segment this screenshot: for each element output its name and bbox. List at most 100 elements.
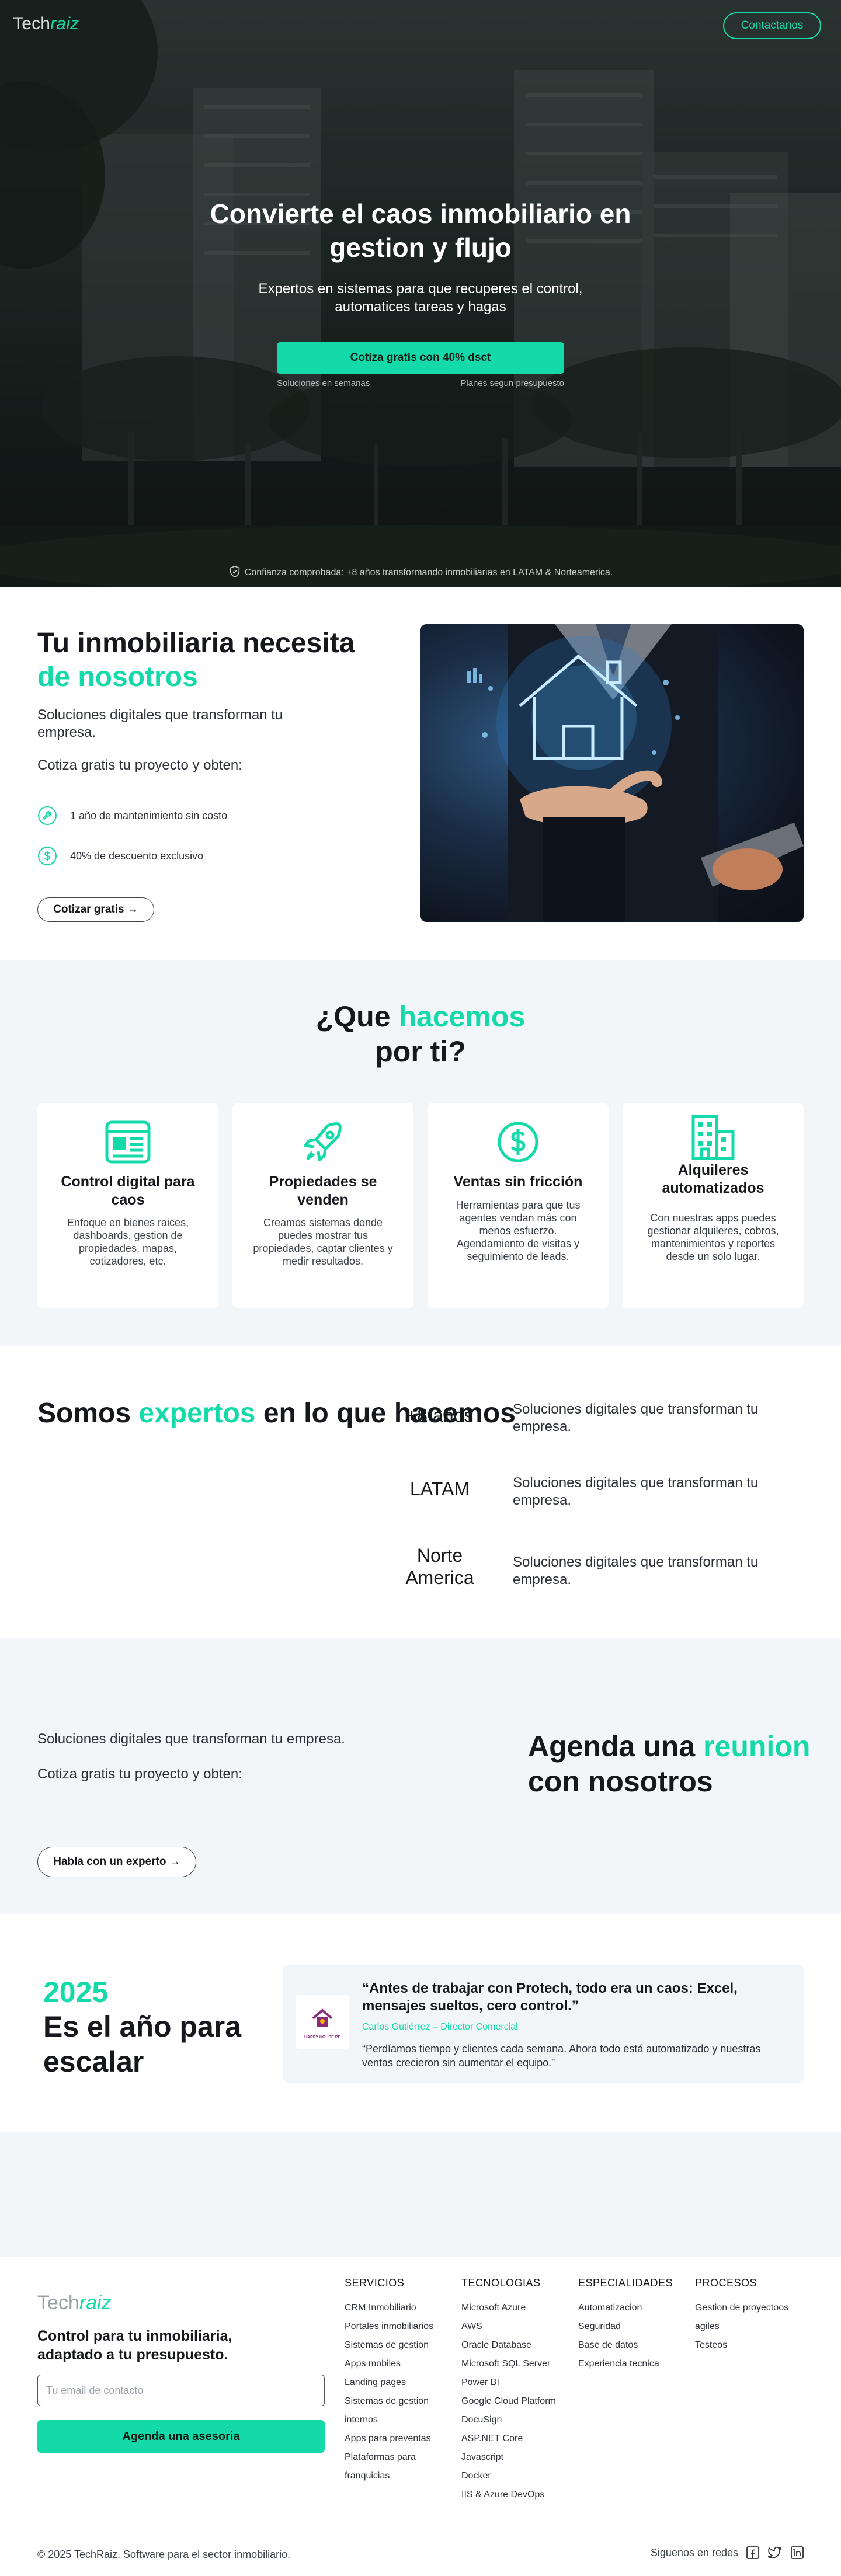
footer-logo[interactable]: Techraiz xyxy=(37,2292,112,2314)
logo-accent: raiz xyxy=(50,14,79,33)
footer-link[interactable]: Apps para preventas xyxy=(345,2429,433,2448)
footer-link[interactable]: Gestion de proyectoos xyxy=(695,2299,788,2317)
footer-column-title: TECNOLOGIAS xyxy=(461,2277,541,2289)
social-label: Siguenos en redes xyxy=(650,2546,738,2558)
benefit-item: 40% de descuento exclusivo xyxy=(37,846,203,866)
footer-link[interactable]: Docker xyxy=(461,2467,556,2486)
benefit-text: 40% de descuento exclusivo xyxy=(70,850,204,862)
linkedin-icon[interactable] xyxy=(790,2545,805,2560)
talk-expert-button[interactable]: Habla con un experto → xyxy=(37,1847,196,1877)
footer-link[interactable]: Apps mobiles xyxy=(345,2355,433,2373)
footer-link[interactable]: Microsoft Azure xyxy=(461,2299,556,2317)
footer-link[interactable]: Automatizacion xyxy=(578,2299,673,2317)
footer-logo-main: Tech xyxy=(37,2292,79,2314)
footer-link[interactable]: Google Cloud Platform xyxy=(461,2392,556,2411)
quote-free-button[interactable]: Cotizar gratis → xyxy=(37,897,154,922)
stat-key: Norte America xyxy=(405,1545,474,1588)
experts-title-main: Somos xyxy=(37,1398,131,1429)
footer-link[interactable]: Base de datos xyxy=(578,2336,673,2355)
contact-button[interactable]: Contactanos xyxy=(723,12,821,39)
service-card-body: Herramientas para que tus agentes vendan… xyxy=(456,1199,581,1262)
benefit-item: 1 año de mantenimiento sin costo xyxy=(37,806,228,826)
service-card-title: Alquileres automatizados xyxy=(662,1162,764,1196)
testimonial-author: Carlos Gutiérrez – Director Comercial xyxy=(362,2022,518,2032)
service-card-title: Ventas sin fricción xyxy=(453,1174,583,1190)
footer-link[interactable]: Power BI xyxy=(461,2373,556,2392)
footer-link[interactable]: Landing pages xyxy=(345,2373,433,2392)
footer-column-processes: PROCESOS Gestion de proyectoos agiles Te… xyxy=(695,2277,788,2355)
copyright-text: © 2025 TechRaiz. Software para el sector… xyxy=(37,2549,291,2560)
footer-link[interactable]: Plataformas para xyxy=(345,2448,433,2467)
email-field[interactable] xyxy=(37,2375,325,2406)
intro-quote-prompt: Cotiza gratis tu proyecto y obten: xyxy=(37,757,242,773)
footer-link[interactable]: ASP.NET Core xyxy=(461,2429,556,2448)
footer-link[interactable]: Javascript xyxy=(461,2448,556,2467)
footer-link[interactable]: Portales inmobiliarios xyxy=(345,2317,433,2336)
footer-link[interactable]: IIS & Azure DevOps xyxy=(461,2486,556,2504)
stat-key: +8 años xyxy=(406,1405,474,1426)
building-icon xyxy=(691,1115,735,1160)
footer-link[interactable]: Sistemas de gestion xyxy=(345,2336,433,2355)
intro-title: Tu inmobiliaria necesita de nosotros xyxy=(37,626,355,694)
hero-cta-button[interactable]: Cotiza gratis con 40% dsct xyxy=(277,342,564,374)
stat-key: LATAM xyxy=(410,1478,470,1499)
testimonial-quote: “Antes de trabajar con Protech, todo era… xyxy=(362,1980,738,2014)
schedule-advice-button[interactable]: Agenda una asesoria xyxy=(37,2420,325,2453)
meeting-title: Agenda una reunion con nosotros xyxy=(528,1729,810,1799)
service-card: Ventas sin fricción Herramientas para qu… xyxy=(428,1103,609,1308)
services-section: ¿Que hacemos por ti? Control digital para… xyxy=(0,960,841,1346)
dollar-circle-icon xyxy=(498,1122,538,1162)
footer-link[interactable]: DocuSign xyxy=(461,2411,556,2429)
footer-link[interactable]: AWS xyxy=(461,2317,556,2336)
testimonial-title: Es el año para escalar xyxy=(43,2010,242,2078)
smart-home-hologram-image xyxy=(420,624,804,922)
house-logo-icon xyxy=(312,2008,333,2027)
testimonial-card: HAPPY HOUSE PE “Antes de trabajar con Pr… xyxy=(283,1965,804,2083)
service-card-title: Propiedades se venden xyxy=(269,1174,377,1208)
footer-link[interactable]: franquicias xyxy=(345,2467,433,2486)
service-card-title: Control digital para caos xyxy=(61,1174,195,1208)
intro-paragraph: Soluciones digitales que transforman tu … xyxy=(37,707,283,740)
hero-title: Convierte el caos inmobiliario en gestio… xyxy=(210,199,631,263)
hero-section: Techraiz Contactanos Convierte el caos i… xyxy=(0,0,841,587)
footer-link[interactable]: Microsoft SQL Server xyxy=(461,2355,556,2373)
footer-link[interactable]: Experiencia tecnica xyxy=(578,2355,673,2373)
intro-title-main: Tu inmobiliaria necesita xyxy=(37,628,355,659)
footer-link[interactable]: agiles xyxy=(695,2317,788,2336)
footer-column-services: SERVICIOS CRM Inmobiliario Portales inmo… xyxy=(345,2277,433,2486)
client-logo: HAPPY HOUSE PE xyxy=(296,1995,349,2049)
footer-link[interactable]: Oracle Database xyxy=(461,2336,556,2355)
meeting-title-tail: con nosotros xyxy=(528,1765,713,1798)
footer-column-title: ESPECIALIDADES xyxy=(578,2277,673,2289)
service-card: Alquileres automatizados Con nuestras ap… xyxy=(623,1103,804,1308)
benefit-text: 1 año de mantenimiento sin costo xyxy=(70,809,228,821)
shield-check-icon xyxy=(230,565,239,578)
experts-title-accent: expertos xyxy=(138,1398,256,1429)
testimonial-year: 2025 xyxy=(43,1976,109,2008)
twitter-icon[interactable] xyxy=(767,2545,783,2560)
facebook-icon[interactable] xyxy=(745,2545,760,2560)
services-title-main: ¿Que xyxy=(315,1000,391,1033)
footer-link[interactable]: Sistemas de gestion xyxy=(345,2392,433,2411)
service-card-body: Enfoque en bienes raices, dashboards, ge… xyxy=(67,1217,189,1267)
service-card: Propiedades se venden Creamos sistemas d… xyxy=(232,1103,413,1308)
footer-link[interactable]: Seguridad xyxy=(578,2317,673,2336)
footer-link[interactable]: CRM Inmobiliario xyxy=(345,2299,433,2317)
intro-title-accent: de nosotros xyxy=(37,662,198,692)
brand-logo[interactable]: Techraiz xyxy=(13,14,79,34)
footer-tagline: Control para tu inmobiliaria, adaptado a… xyxy=(37,2328,232,2363)
rocket-icon xyxy=(304,1122,342,1161)
dashboard-icon xyxy=(105,1120,151,1164)
footer-column-technologies: TECNOLOGIAS Microsoft Azure AWS Oracle D… xyxy=(461,2277,556,2504)
services-title-tail: por ti? xyxy=(375,1035,466,1068)
experts-section: Somos expertos en lo que hacemos +8 años… xyxy=(0,1346,841,1638)
stat-value: Soluciones digitales que transforman tu … xyxy=(513,1475,759,1508)
client-logo-text: HAPPY HOUSE PE xyxy=(304,2035,341,2039)
service-card-body: Con nuestras apps puedes gestionar alqui… xyxy=(647,1212,779,1262)
hero-note-left: Soluciones en semanas xyxy=(277,378,370,388)
footer-link[interactable]: internos xyxy=(345,2411,433,2429)
stat-value: Soluciones digitales que transforman tu … xyxy=(513,1554,759,1588)
services-title-accent: hacemos xyxy=(398,1000,526,1033)
service-card-body: Creamos sistemas donde puedes mostrar tu… xyxy=(253,1217,393,1267)
footer-link[interactable]: Testeos xyxy=(695,2336,788,2355)
